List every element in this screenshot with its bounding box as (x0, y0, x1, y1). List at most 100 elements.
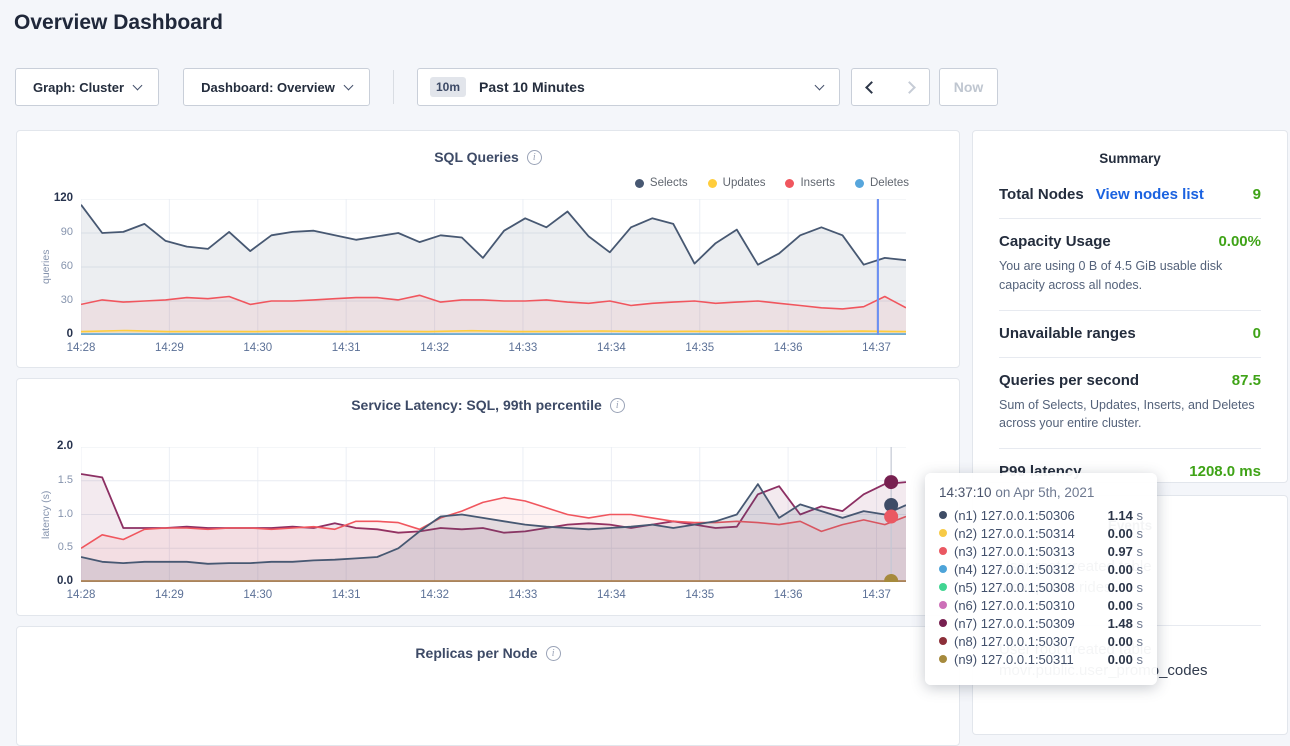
sql-queries-plot[interactable] (81, 199, 906, 335)
tooltip-node-value: 1.14 s (1108, 508, 1143, 523)
x-axis-tick-label: 14:32 (411, 342, 459, 354)
y-axis-tick-label: 120 (25, 192, 73, 204)
x-axis-tick-label: 14:28 (57, 589, 105, 601)
dashboard-dropdown[interactable]: Dashboard: Overview (183, 68, 370, 106)
tooltip-node-value: 0.00 s (1108, 652, 1143, 667)
x-axis-tick-label: 14:35 (676, 589, 724, 601)
y-axis-tick-label: 60 (25, 260, 73, 272)
legend-item[interactable]: Updates (708, 177, 766, 189)
time-next-button[interactable] (890, 68, 930, 106)
view-nodes-list-link[interactable]: View nodes list (1096, 186, 1204, 203)
node-series-dot-icon (939, 601, 947, 609)
summary-value: 9 (1253, 186, 1261, 203)
x-axis-tick-label: 14:32 (411, 589, 459, 601)
tooltip-node-label: (n2) 127.0.0.1:50314 (954, 526, 1075, 541)
tooltip-node-label: (n4) 127.0.0.1:50312 (954, 562, 1075, 577)
summary-row: Queries per second87.5Sum of Selects, Up… (999, 358, 1261, 450)
y-axis-tick-label: 0.0 (25, 575, 73, 587)
y-axis-tick-label: 1.0 (25, 508, 73, 520)
summary-label: Capacity Usage (999, 233, 1111, 250)
summary-value: 87.5 (1232, 372, 1261, 389)
node-series-dot-icon (939, 511, 947, 519)
node-series-dot-icon (939, 619, 947, 627)
x-axis-tick-label: 14:34 (587, 589, 635, 601)
x-axis-tick-label: 14:29 (145, 589, 193, 601)
legend-item[interactable]: Deletes (855, 177, 909, 189)
plot-svg (81, 447, 906, 582)
summary-label: Total Nodes (999, 186, 1084, 203)
tooltip-node-label: (n5) 127.0.0.1:50308 (954, 580, 1075, 595)
legend-dot-icon (855, 179, 864, 188)
time-prev-button[interactable] (851, 68, 891, 106)
info-icon[interactable]: i (610, 398, 625, 413)
node-series-dot-icon (939, 529, 947, 537)
chart-legend: Selects Updates Inserts Deletes (635, 177, 909, 189)
chevron-right-icon (903, 81, 916, 94)
legend-item[interactable]: Selects (635, 177, 688, 189)
chart-hover-tooltip: 14:37:10 on Apr 5th, 2021 (n1) 127.0.0.1… (925, 473, 1157, 685)
x-axis-tick-label: 14:37 (853, 589, 901, 601)
page-title: Overview Dashboard (14, 11, 223, 35)
dashboard-dropdown-label: Dashboard: Overview (201, 80, 335, 95)
info-icon[interactable]: i (546, 646, 561, 661)
tooltip-node-value: 0.97 s (1108, 544, 1143, 559)
tooltip-node-label: (n3) 127.0.0.1:50313 (954, 544, 1075, 559)
node-series-dot-icon (939, 583, 947, 591)
time-range-dropdown[interactable]: 10m Past 10 Minutes (417, 68, 840, 106)
now-button[interactable]: Now (939, 68, 998, 106)
tooltip-node-unit: s (1133, 508, 1143, 523)
x-axis-tick-label: 14:30 (234, 342, 282, 354)
summary-row: Total Nodes View nodes list 9 (999, 172, 1261, 219)
summary-value: 1208.0 ms (1189, 463, 1261, 480)
tooltip-node-unit: s (1133, 652, 1143, 667)
tooltip-node-row: (n4) 127.0.0.1:50312 0.00 s (939, 560, 1143, 578)
tooltip-node-value: 0.00 s (1108, 634, 1143, 649)
legend-item[interactable]: Inserts (785, 177, 835, 189)
x-axis-tick-label: 14:34 (587, 342, 635, 354)
x-axis-tick-label: 14:33 (499, 589, 547, 601)
tooltip-node-row: (n5) 127.0.0.1:503080.00 s (939, 578, 1143, 596)
tooltip-node-row: (n6) 127.0.0.1:503100.00 s (939, 596, 1143, 614)
tooltip-node-value: 0.00 s (1108, 562, 1143, 577)
chart-title: Service Latency: SQL, 99th percentile (351, 397, 602, 413)
chevron-down-icon (815, 80, 825, 90)
chevron-left-icon (865, 81, 878, 94)
tooltip-node-unit: s (1133, 598, 1143, 613)
summary-value: 0 (1253, 325, 1261, 342)
tooltip-timestamp: 14:37:10 on Apr 5th, 2021 (939, 485, 1143, 500)
x-axis-tick-label: 14:37 (853, 342, 901, 354)
tooltip-node-unit: s (1133, 526, 1143, 541)
legend-label: Updates (723, 177, 766, 189)
tooltip-node-label: (n8) 127.0.0.1:50307 (954, 634, 1075, 649)
x-axis-tick-label: 14:36 (764, 342, 812, 354)
service-latency-plot[interactable] (81, 447, 906, 582)
summary-panel: Summary Total NodesView nodes list9Capac… (972, 130, 1288, 483)
chevron-down-icon (133, 80, 143, 90)
tooltip-node-label: (n9) 127.0.0.1:50311 (954, 652, 1074, 667)
tooltip-node-label: (n1) 127.0.0.1:50306 (954, 508, 1075, 523)
tooltip-node-row: (n9) 127.0.0.1:50311 0.00 s (939, 650, 1143, 668)
summary-subtext: You are using 0 B of 4.5 GiB usable disk… (999, 257, 1261, 295)
tooltip-node-unit: s (1133, 562, 1143, 577)
node-series-dot-icon (939, 547, 947, 555)
node-series-dot-icon (939, 565, 947, 573)
x-axis-tick-label: 14:33 (499, 342, 547, 354)
overview-dashboard-page: { "page": { "title": "Overview Dashboard… (0, 0, 1290, 689)
graph-dropdown-label: Graph: Cluster (33, 80, 124, 95)
plot-svg (81, 199, 906, 335)
tooltip-node-row: (n1) 127.0.0.1:50306 1.14 s (939, 506, 1143, 524)
y-axis-tick-label: 90 (25, 226, 73, 238)
time-range-label: Past 10 Minutes (479, 79, 585, 95)
graph-dropdown[interactable]: Graph: Cluster (15, 68, 159, 106)
info-icon[interactable]: i (527, 150, 542, 165)
chart-title: SQL Queries (434, 149, 519, 165)
x-axis-tick-label: 14:28 (57, 342, 105, 354)
y-axis-tick-label: 30 (25, 294, 73, 306)
tooltip-node-row: (n2) 127.0.0.1:50314 0.00 s (939, 524, 1143, 542)
tooltip-node-unit: s (1133, 544, 1143, 559)
tooltip-node-value: 0.00 s (1108, 526, 1143, 541)
x-axis-tick-label: 14:31 (322, 342, 370, 354)
x-axis-tick-label: 14:29 (145, 342, 193, 354)
tooltip-node-row: (n8) 127.0.0.1:50307 0.00 s (939, 632, 1143, 650)
legend-label: Deletes (870, 177, 909, 189)
